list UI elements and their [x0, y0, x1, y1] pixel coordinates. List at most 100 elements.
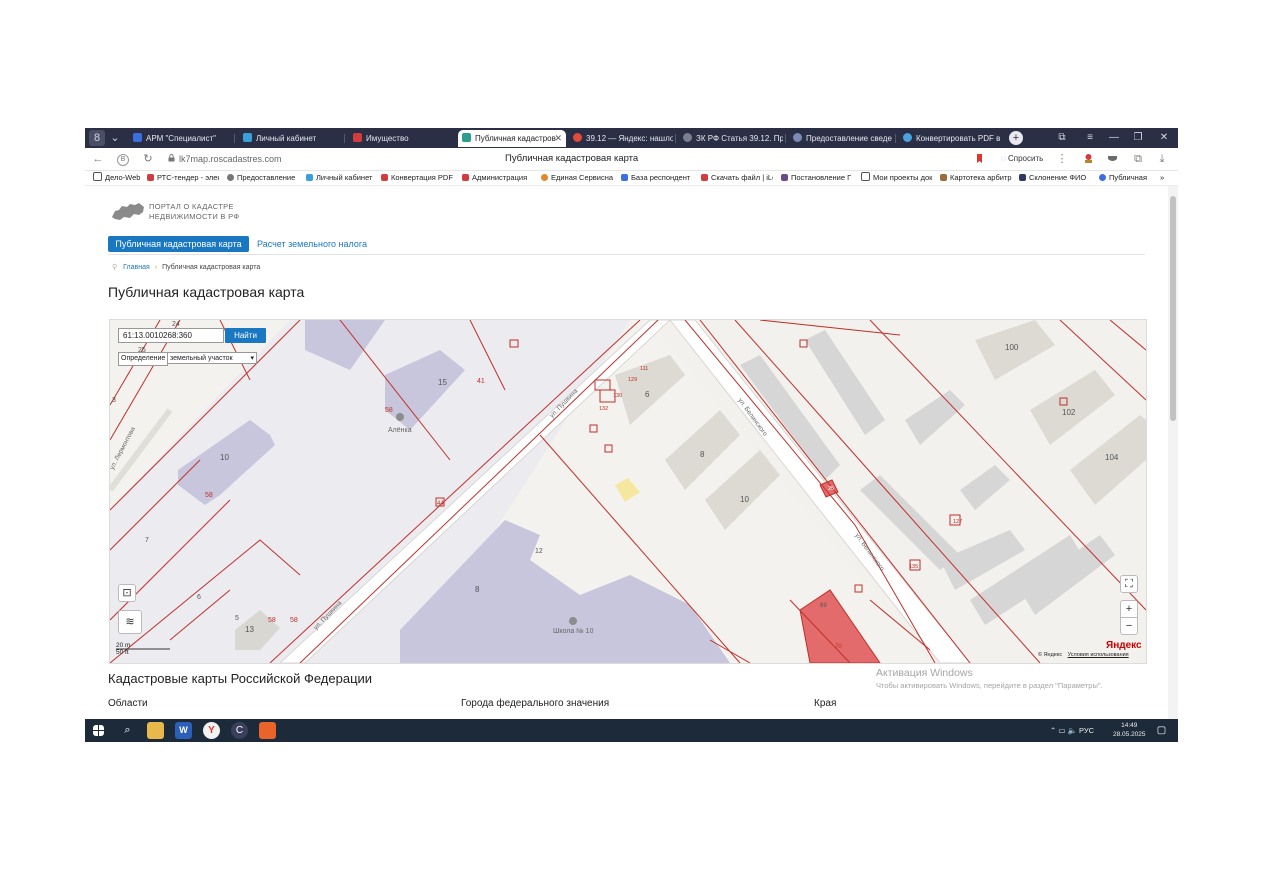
chevron-down-icon[interactable]: ⌄ [107, 130, 123, 146]
poi-kindergarten-icon[interactable] [396, 413, 404, 421]
bookmark-item[interactable]: Администрация [462, 171, 535, 185]
cadastral-number-input[interactable]: 61:13.0010268:360 [118, 328, 224, 343]
screenshot-icon[interactable]: ⧉ [1131, 152, 1145, 166]
volume-icon[interactable]: 🔈 [1068, 726, 1077, 735]
bookmark-item[interactable]: Дело-Web [93, 171, 145, 185]
bookmark-item[interactable]: Склонение ФИО [1019, 171, 1093, 185]
url-field[interactable]: lk7map.roscadastres.com [179, 152, 282, 166]
language-indicator[interactable]: РУС [1079, 726, 1094, 735]
tab-label: Личный кабинет [256, 134, 317, 143]
nav-land-tax-calc[interactable]: Расчет земельного налога [257, 236, 367, 252]
tab-label: 39.12 — Яндекс: нашло [586, 134, 673, 143]
logo-line-1: ПОРТАЛ О КАДАСТРЕ [149, 202, 234, 211]
shield-extension-icon[interactable] [1107, 153, 1118, 164]
nav-public-cadastral-map[interactable]: Публичная кадастровая карта [108, 236, 249, 252]
notifications-icon[interactable]: ▢ [1153, 722, 1170, 739]
yandex-b-icon[interactable]: B [117, 154, 129, 166]
bookmark-item[interactable]: Единая Сервисна [541, 171, 615, 185]
tab-separator [895, 134, 896, 143]
clock-date: 28.05.2025 [1113, 731, 1146, 738]
window-close-icon[interactable]: ✕ [1155, 130, 1173, 146]
breadcrumb: ⚲ Главная › Публичная кадастровая карта [112, 263, 260, 273]
bookmark-item[interactable]: Мои проекты док [861, 171, 933, 185]
bookmark-item[interactable]: Конвертация PDF [381, 171, 453, 185]
cadastral-map[interactable]: 24 25 3 15 41 58 10 58 7 6 5 13 58 58 44… [109, 319, 1147, 664]
chevron-up-icon[interactable]: ⌃ [1050, 726, 1056, 735]
parcel-label: 7 [145, 537, 149, 544]
definition-select[interactable]: земельный участок ▾ [167, 352, 257, 364]
portal-logo-text[interactable]: ПОРТАЛ О КАДАСТРЕ НЕДВИЖИМОСТИ В РФ [149, 202, 269, 222]
poi-school-icon[interactable] [569, 617, 577, 625]
bookmark-item[interactable]: Личный кабинет [306, 171, 376, 185]
terms-link[interactable]: Условия использования [1068, 652, 1129, 658]
breadcrumb-home[interactable]: Главная [123, 264, 150, 271]
bookmarks-panel-icon[interactable]: ⧉ [1053, 130, 1071, 146]
bookmark-item[interactable]: Скачать файл | iLo [701, 171, 773, 185]
building-number: 10 [220, 453, 229, 462]
tab-yandex-search[interactable]: 39.12 — Яндекс: нашло [569, 130, 673, 147]
tab-cadastral-map[interactable]: Публичная кадастров ✕ [458, 130, 566, 147]
bookmark-item[interactable]: База респондент [621, 171, 693, 185]
parcel-label: 24 [172, 321, 180, 328]
bookmark-label: Личный кабинет [316, 173, 373, 182]
hamburger-menu-icon[interactable]: ≡ [1081, 130, 1099, 146]
app-c-icon[interactable]: C [231, 722, 248, 739]
building-number: 6 [645, 390, 650, 399]
map-canvas[interactable]: 24 25 3 15 41 58 10 58 7 6 5 13 58 58 44… [110, 320, 1146, 663]
download-file-icon [701, 174, 708, 181]
column-territories: Края [814, 698, 837, 709]
tab-separator [785, 134, 786, 143]
download-icon[interactable]: ⤓ [1155, 152, 1169, 166]
bookmark-item[interactable]: РТС-тендер - элек [147, 171, 219, 185]
parcel-label: 6 [197, 594, 201, 601]
yandex-browser-icon[interactable]: Y [203, 722, 220, 739]
tab-arm[interactable]: АРМ "Специалист" [129, 130, 233, 147]
new-tab-plus-icon[interactable]: + [1009, 131, 1023, 145]
building-number: 13 [245, 625, 254, 634]
bookmarks-more-button[interactable]: » [1160, 171, 1174, 185]
zoom-out-button[interactable]: − [1120, 617, 1138, 635]
back-arrow-icon[interactable]: ← [91, 152, 105, 166]
scrollbar-thumb[interactable] [1170, 196, 1176, 421]
tab-lichny-kabinet[interactable]: Личный кабинет [239, 130, 343, 147]
tab-predostavlenie[interactable]: Предоставление сведе [789, 130, 893, 147]
close-icon[interactable]: ✕ [554, 130, 562, 147]
definition-label: Определение [118, 352, 169, 366]
mail-app-icon[interactable] [259, 722, 276, 739]
extension-icon[interactable] [1083, 153, 1094, 164]
clock[interactable]: 14:49 28.05.2025 [1113, 721, 1146, 739]
tab-convert-pdf[interactable]: Конвертировать PDF в [899, 130, 1003, 147]
copyright-text: © Яндекс [1038, 652, 1063, 658]
search-icon[interactable]: ⌕ [119, 722, 136, 739]
network-icon[interactable]: ▭ [1058, 726, 1065, 735]
bookmark-icon[interactable] [974, 153, 985, 164]
word-icon[interactable]: W [175, 722, 192, 739]
bookmark-item[interactable]: Картотека арбитр [940, 171, 1014, 185]
more-vertical-icon[interactable]: ⋮ [1055, 152, 1069, 166]
location-pin-icon: ⚲ [112, 264, 118, 271]
zoom-in-button[interactable]: + [1120, 600, 1138, 618]
scale-meters: 20 m [116, 642, 131, 649]
restore-icon[interactable]: ❐ [1129, 130, 1147, 146]
minimize-icon[interactable]: — [1105, 130, 1123, 146]
globe-icon [227, 174, 234, 181]
reload-icon[interactable]: ↻ [141, 152, 155, 166]
browser-menu-icon[interactable]: 8 [89, 130, 105, 146]
page-scrollbar[interactable] [1168, 186, 1178, 719]
windows-start-icon[interactable] [93, 725, 104, 736]
ruler-icon[interactable]: ⊡ [118, 584, 136, 602]
russia-map-logo-icon[interactable] [110, 201, 146, 223]
bookmark-item[interactable]: Предоставление [227, 171, 299, 185]
find-button[interactable]: Найти [225, 328, 266, 343]
layers-icon[interactable]: ≋ [118, 610, 142, 634]
tab-imushchestvo[interactable]: Имущество [349, 130, 453, 147]
fullscreen-icon[interactable]: ⛶ [1120, 575, 1138, 593]
ask-alice-button[interactable]: ◌ Спросить [1001, 152, 1043, 166]
parcel-label: 130 [613, 393, 622, 399]
tab-zk-rf[interactable]: ЗК РФ Статья 39.12. Про [679, 130, 783, 147]
parcel-label: 58 [385, 407, 393, 414]
bookmark-item[interactable]: Публичная [1099, 171, 1151, 185]
file-explorer-icon[interactable] [147, 722, 164, 739]
parcel-label: 58 [205, 492, 213, 499]
bookmark-item[interactable]: Постановление Г [781, 171, 853, 185]
